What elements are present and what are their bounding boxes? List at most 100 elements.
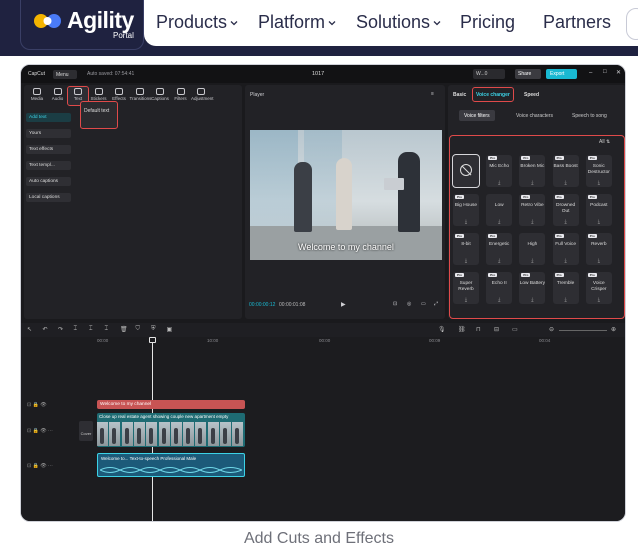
voice-filter-item[interactable]: Pro Energetic ⤓ bbox=[486, 233, 513, 265]
split-right-icon[interactable]: ⌶ bbox=[105, 326, 109, 333]
download-icon[interactable]: ⤓ bbox=[453, 297, 479, 303]
freeze-icon[interactable]: ▣ bbox=[167, 326, 173, 333]
default-text-template[interactable]: Default text bbox=[80, 101, 118, 129]
voice-filter-item[interactable]: Pro Broken Mic ⤓ bbox=[519, 155, 546, 187]
close-icon[interactable]: ✕ bbox=[616, 69, 621, 76]
redo-icon[interactable]: ↷ bbox=[58, 326, 63, 333]
playhead-handle[interactable] bbox=[149, 337, 156, 343]
site-logo[interactable]: Agility Portal bbox=[20, 0, 144, 50]
voice-filter-none[interactable] bbox=[452, 154, 480, 188]
voice-filter-item[interactable]: Pro Full Voice ⤓ bbox=[552, 233, 579, 265]
voice-filter-item[interactable]: Pro Super Reverb ⤓ bbox=[453, 272, 479, 304]
download-icon[interactable]: ⤓ bbox=[586, 219, 612, 225]
voice-filter-item[interactable]: Pro Retro Vibe ⤓ bbox=[519, 194, 546, 226]
tab-speed[interactable]: Speed bbox=[524, 92, 539, 98]
tool-adjustment[interactable]: Adjustment bbox=[191, 87, 214, 105]
download-icon[interactable]: ⤓ bbox=[486, 180, 512, 186]
voice-filter-item[interactable]: Pro Low Battery ⤓ bbox=[519, 272, 546, 304]
magnet-icon[interactable]: ⊓ bbox=[476, 326, 481, 333]
minimize-icon[interactable]: – bbox=[589, 70, 592, 76]
download-icon[interactable]: ⤓ bbox=[453, 258, 479, 264]
tool-audio[interactable]: Audio bbox=[48, 87, 68, 105]
voice-filter-item[interactable]: Pro Echo II ⤓ bbox=[486, 272, 513, 304]
fullscreen-icon[interactable]: ⤢ bbox=[434, 301, 438, 307]
text-sidebar-text-templ-[interactable]: Text templ... bbox=[26, 161, 71, 170]
nav-platform[interactable]: Platform bbox=[258, 12, 336, 33]
voice-filter-item[interactable]: Pro Sonic Destructor ⤓ bbox=[585, 155, 612, 187]
voice-filter-item[interactable]: Pro Reverb ⤓ bbox=[585, 233, 612, 265]
voice-filter-item[interactable]: Pro Tremble ⤓ bbox=[552, 272, 579, 304]
text-sidebar-add-text[interactable]: Add text bbox=[26, 113, 71, 122]
play-icon[interactable]: ▶ bbox=[341, 301, 346, 308]
player-menu-icon[interactable]: ≡ bbox=[431, 91, 434, 97]
link-icon[interactable]: ⛓ bbox=[458, 326, 466, 333]
voice-filter-item[interactable]: Low ⤓ bbox=[486, 194, 513, 226]
zoom-slider[interactable] bbox=[559, 330, 607, 331]
tab-basic[interactable]: Basic bbox=[453, 92, 466, 98]
tab-voice-changer[interactable]: Voice changer bbox=[472, 87, 514, 102]
export-button[interactable]: Export bbox=[546, 69, 577, 79]
split-icon[interactable]: ⌶ bbox=[74, 326, 78, 333]
nav-partners[interactable]: Partners bbox=[543, 12, 611, 33]
zoom-in-icon[interactable]: ⊕ bbox=[611, 326, 616, 333]
snap-icon[interactable]: ⊟ bbox=[494, 326, 499, 333]
download-icon[interactable]: ⤓ bbox=[519, 258, 545, 264]
shield-icon[interactable]: ⛨ bbox=[151, 326, 156, 333]
voice-filter-item[interactable]: High ⤓ bbox=[519, 233, 546, 265]
voice-filter-item[interactable]: Pro 8-bit ⤓ bbox=[453, 233, 479, 265]
voice-filter-item[interactable]: Pro Big House ⤓ bbox=[453, 194, 479, 226]
download-icon[interactable]: ⤓ bbox=[453, 219, 479, 225]
voice-filter-item[interactable]: Pro Mic Echo ⤓ bbox=[486, 155, 513, 187]
tool-captions[interactable]: Captions bbox=[150, 87, 170, 105]
nav-products[interactable]: Products bbox=[156, 12, 238, 33]
maximize-icon[interactable]: □ bbox=[603, 69, 607, 75]
video-clip[interactable]: Close up real estate agent showing coupl… bbox=[97, 413, 245, 447]
mic-icon[interactable]: 🎙 bbox=[438, 326, 446, 333]
video-track-controls[interactable]: ⊡ 🔒 👁 ⋯ bbox=[27, 428, 53, 434]
nav-solutions[interactable]: Solutions bbox=[356, 12, 441, 33]
select-icon[interactable]: ↖ bbox=[27, 326, 32, 333]
download-icon[interactable]: ⤓ bbox=[553, 219, 579, 225]
undo-icon[interactable]: ↶ bbox=[43, 326, 48, 333]
ratio-icon[interactable]: ▭ bbox=[421, 301, 426, 307]
voice-filter-item[interactable]: Pro Podcast ⤓ bbox=[585, 194, 612, 226]
download-icon[interactable]: ⤓ bbox=[586, 180, 612, 186]
marker-icon[interactable]: ⛉ bbox=[136, 326, 141, 333]
download-icon[interactable]: ⤓ bbox=[553, 258, 579, 264]
tool-transitions[interactable]: Transitions bbox=[130, 87, 151, 105]
download-icon[interactable]: ⤓ bbox=[586, 297, 612, 303]
all-filter-dropdown[interactable]: All ⇅ bbox=[599, 139, 610, 145]
crop-icon[interactable]: ⊡ bbox=[393, 301, 397, 307]
share-button[interactable]: Share bbox=[515, 69, 541, 79]
split-left-icon[interactable]: ⌶ bbox=[89, 326, 93, 333]
download-icon[interactable]: ⤓ bbox=[486, 258, 512, 264]
delete-icon[interactable]: 🗑 bbox=[120, 326, 128, 333]
text-sidebar-yours[interactable]: Yours bbox=[26, 129, 71, 138]
tool-media[interactable]: Media bbox=[27, 87, 47, 105]
audio-clip[interactable]: Welcome to... Text-to-speech Professiona… bbox=[97, 453, 245, 477]
text-track-controls[interactable]: ⊡ 🔒 👁 bbox=[27, 402, 47, 408]
text-sidebar-text-effects[interactable]: Text effects bbox=[26, 145, 71, 154]
menu-button[interactable]: Menu bbox=[53, 70, 77, 79]
focus-icon[interactable]: ◎ bbox=[407, 301, 411, 307]
subtab-voice-filters[interactable]: Voice filters bbox=[459, 110, 495, 121]
download-icon[interactable]: ⤓ bbox=[553, 297, 579, 303]
download-icon[interactable]: ⤓ bbox=[519, 180, 545, 186]
text-clip[interactable]: Welcome to my channel bbox=[97, 400, 245, 409]
download-icon[interactable]: ⤓ bbox=[486, 219, 512, 225]
subtab-voice-characters[interactable]: Voice characters bbox=[511, 110, 558, 121]
zoom-out-icon[interactable]: ⊖ bbox=[549, 326, 554, 333]
nav-pricing[interactable]: Pricing bbox=[460, 12, 515, 33]
download-icon[interactable]: ⤓ bbox=[553, 180, 579, 186]
preview-icon[interactable]: ▭ bbox=[512, 326, 518, 333]
nav-extra-button[interactable] bbox=[626, 8, 638, 40]
voice-filter-item[interactable]: Pro Bass Boost ⤓ bbox=[552, 155, 579, 187]
download-icon[interactable]: ⤓ bbox=[519, 219, 545, 225]
video-preview[interactable]: Welcome to my channel bbox=[250, 130, 442, 260]
voice-filter-item[interactable]: Pro Voice Crisper ⤓ bbox=[585, 272, 612, 304]
user-account[interactable]: W...0 bbox=[473, 69, 505, 79]
download-icon[interactable]: ⤓ bbox=[519, 297, 545, 303]
subtab-speech-to-song[interactable]: Speech to song bbox=[567, 110, 612, 121]
cover-button[interactable]: Cover bbox=[79, 421, 93, 441]
text-sidebar-local-captions[interactable]: Local captions bbox=[26, 193, 71, 202]
